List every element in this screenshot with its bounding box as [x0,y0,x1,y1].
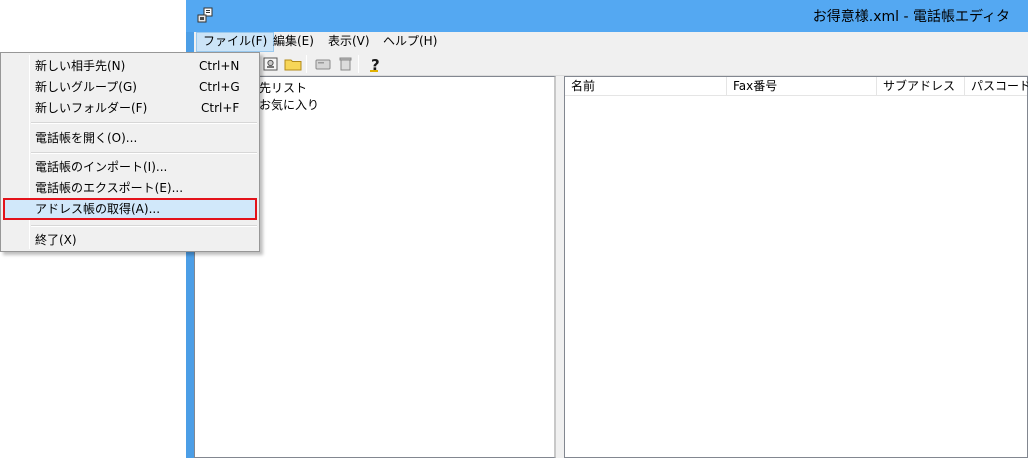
menu-item-open-phonebook[interactable]: 電話帳を開く(O)... [3,127,257,149]
toolbar-separator [358,55,359,73]
menu-file[interactable]: ファイル(F) [196,32,275,52]
menu-item-new-contact[interactable]: 新しい相手先(N) Ctrl+N [3,55,257,77]
menu-item-shortcut: Ctrl+G [199,80,240,94]
trash-icon[interactable] [336,55,354,73]
app-window: お得意様.xml - 電話帳エディタ ファイル(F) 編集(E) 表示(V) ヘ… [186,0,1028,458]
window-title: お得意様.xml - 電話帳エディタ [812,9,1010,25]
menu-item-label: アドレス帳の取得(A)... [35,202,161,216]
menu-item-new-folder[interactable]: 新しいフォルダー(F) Ctrl+F [3,97,257,119]
folder-icon[interactable] [284,55,302,73]
column-passcode[interactable]: パスコード [965,77,1028,96]
toolbar: ? [194,52,1028,76]
menu-item-shortcut: Ctrl+F [201,101,240,115]
menu-item-exit[interactable]: 終了(X) [3,229,257,251]
menu-bar: ファイル(F) 編集(E) 表示(V) ヘルプ(H) [194,32,1028,52]
card-icon[interactable] [314,55,332,73]
toolbar-separator [306,55,307,73]
menu-item-label: 電話帳のエクスポート(E)... [35,181,184,195]
title-bar[interactable]: お得意様.xml - 電話帳エディタ [186,0,1028,32]
menu-item-label: 終了(X) [35,233,77,247]
menu-item-label: 新しい相手先(N) [35,59,126,73]
column-subaddress[interactable]: サブアドレス [877,77,965,96]
menu-edit[interactable]: 編集(E) [267,32,320,52]
tree-item-favorites[interactable]: お気に入り [259,96,319,113]
menu-item-export[interactable]: 電話帳のエクスポート(E)... [3,177,257,199]
menu-item-get-address-book[interactable]: アドレス帳の取得(A)... [3,198,257,220]
menu-separator [31,122,257,124]
menu-item-label: 電話帳を開く(O)... [35,131,138,145]
menu-item-label: 新しいフォルダー(F) [35,101,148,115]
menu-help[interactable]: ヘルプ(H) [377,32,443,52]
list-header: 名前 Fax番号 サブアドレス パスコード [565,77,1028,96]
app-icon[interactable] [196,6,214,24]
column-fax[interactable]: Fax番号 [727,77,877,96]
menu-separator [31,225,257,227]
tree-item-contacts[interactable]: 先リスト [259,79,307,96]
contact-list[interactable]: 名前 Fax番号 サブアドレス パスコード [564,76,1028,458]
menu-item-shortcut: Ctrl+N [199,59,240,73]
menu-separator [31,152,257,154]
menu-item-new-group[interactable]: 新しいグループ(G) Ctrl+G [3,76,257,98]
menu-item-label: 電話帳のインポート(I)... [35,160,168,174]
help-icon[interactable]: ? [366,55,384,74]
menu-view[interactable]: 表示(V) [322,32,376,52]
file-menu-dropdown: 新しい相手先(N) Ctrl+N 新しいグループ(G) Ctrl+G 新しいフォ… [0,52,260,252]
menu-item-label: 新しいグループ(G) [35,80,137,94]
column-name[interactable]: 名前 [565,77,727,96]
menu-item-import[interactable]: 電話帳のインポート(I)... [3,156,257,178]
address-book-icon[interactable] [262,55,280,73]
